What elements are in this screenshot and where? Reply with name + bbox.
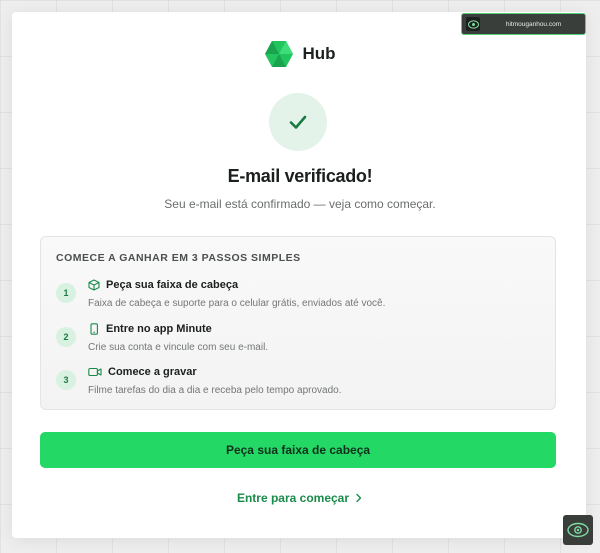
checkmark-icon [289, 115, 307, 129]
watermark-url: hitmouganhou.com [505, 20, 562, 28]
watermark-logo [563, 515, 593, 545]
step-title: Peça sua faixa de cabeça [106, 279, 239, 291]
box-icon [88, 279, 100, 291]
phone-icon [90, 323, 98, 335]
order-headband-button[interactable]: Peça sua faixa de cabeça [40, 432, 556, 468]
step-title: Entre no app Minute [106, 323, 212, 335]
login-link[interactable]: Entre para começar [0, 491, 600, 505]
step-item: 2 Entre no app Minute Crie sua conta e v… [56, 323, 546, 359]
steps-heading: COMECE A GANHAR EM 3 PASSOS SIMPLES [56, 252, 301, 264]
brand-logo: Hub [0, 40, 600, 68]
step-description: Faixa de cabeça e suporte para o celular… [88, 298, 386, 309]
success-badge [269, 93, 327, 151]
page-subtitle: Seu e-mail está confirmado — veja como c… [164, 197, 436, 211]
step-number: 2 [56, 327, 76, 347]
video-icon [88, 367, 102, 377]
step-description: Filme tarefas do dia a dia e receba pelo… [88, 385, 342, 396]
step-number: 1 [56, 283, 76, 303]
eye-icon [466, 17, 480, 31]
steps-panel: COMECE A GANHAR EM 3 PASSOS SIMPLES 1 Pe… [40, 236, 556, 410]
hub-logo-icon [265, 41, 294, 67]
chevron-right-icon [356, 493, 362, 503]
step-number: 3 [56, 370, 76, 390]
step-item: 1 Peça sua faixa de cabeça Faixa de cabe… [56, 279, 546, 315]
login-link-label: Entre para começar [236, 491, 350, 505]
step-title: Comece a gravar [108, 366, 197, 378]
eye-icon [567, 522, 589, 538]
step-description: Crie sua conta e vincule com seu e-mail. [88, 342, 269, 353]
step-item: 3 Comece a gravar Filme tarefas do dia a… [56, 366, 546, 402]
brand-name: Hub [302, 44, 336, 63]
page-title: E-mail verificado! [227, 166, 373, 186]
watermark-badge: hitmouganhou.com [461, 13, 586, 35]
